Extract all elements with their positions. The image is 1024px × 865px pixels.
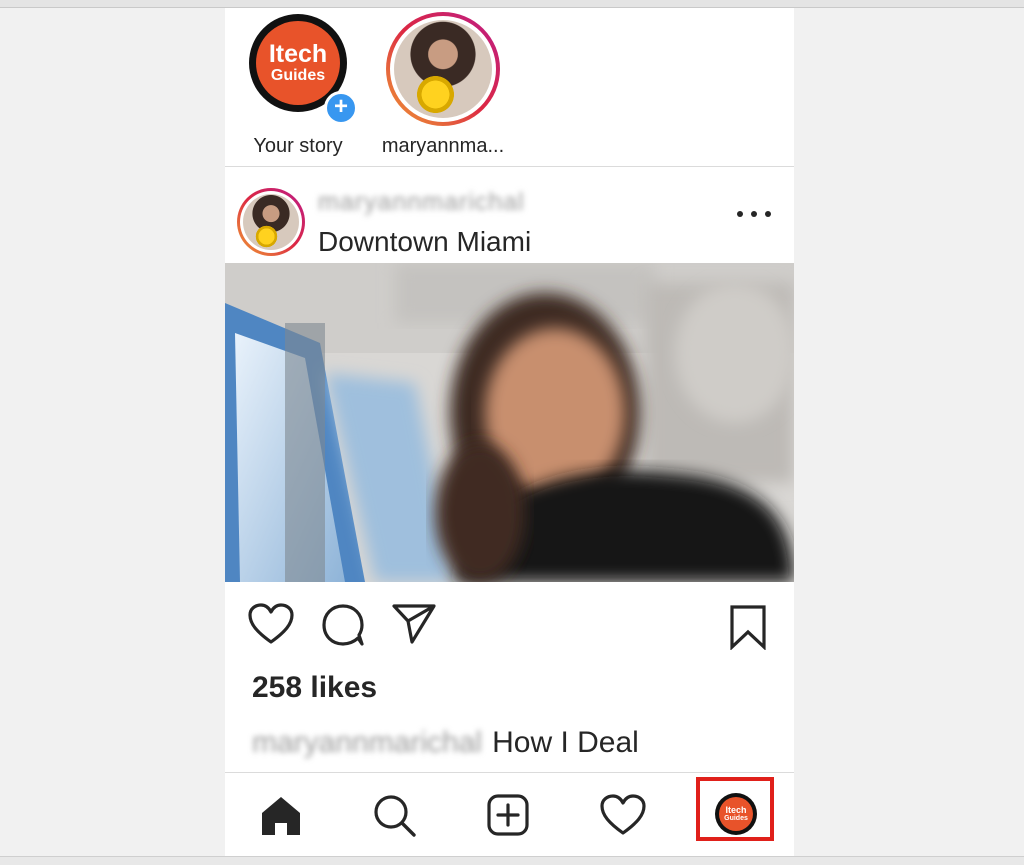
story-avatar-photo	[394, 20, 492, 118]
sunflower-bouquet	[253, 225, 280, 248]
more-options-icon[interactable]	[737, 208, 771, 220]
story-ring[interactable]	[386, 12, 500, 126]
post-photo[interactable]	[225, 263, 794, 582]
activity-heart-icon[interactable]	[599, 793, 647, 837]
profile-tab-highlight-box	[696, 777, 774, 841]
post-location[interactable]: Downtown Miami	[318, 226, 531, 258]
like-heart-icon[interactable]	[247, 602, 295, 646]
story-label: Your story	[253, 135, 343, 157]
comment-icon[interactable]	[320, 602, 366, 648]
add-post-icon[interactable]	[486, 793, 530, 837]
window-top-edge	[0, 0, 1024, 8]
bottom-tab-bar: Itech Guides	[225, 772, 794, 856]
story-label: maryannma...	[381, 135, 505, 157]
post-caption: maryannmarichal How I Deal	[252, 726, 639, 760]
share-send-icon[interactable]	[391, 602, 437, 646]
window-bottom-edge	[0, 856, 1024, 865]
blurred-selfie-image	[225, 263, 794, 582]
post-actions	[225, 602, 794, 652]
caption-text: How I Deal	[492, 726, 639, 759]
add-story-plus-icon[interactable]: +	[324, 91, 358, 125]
post-username-blurred[interactable]: maryannmarichal	[318, 188, 525, 217]
search-icon[interactable]	[372, 793, 418, 839]
sunflower-bouquet	[411, 74, 459, 115]
bookmark-icon[interactable]	[728, 604, 768, 650]
stories-tray[interactable]: Itech Guides + Your story maryannma...	[225, 8, 794, 167]
instagram-app: Itech Guides + Your story maryannma... m…	[225, 8, 794, 856]
likes-count[interactable]: 258 likes	[252, 671, 377, 705]
post-author-avatar[interactable]	[237, 188, 305, 256]
post-header: maryannmarichal Downtown Miami	[225, 174, 794, 270]
logo-text-guides: Guides	[270, 66, 326, 84]
caption-username-blurred[interactable]: maryannmarichal	[252, 726, 482, 759]
home-icon[interactable]	[258, 795, 304, 837]
logo-text-itech: Itech	[268, 40, 328, 69]
